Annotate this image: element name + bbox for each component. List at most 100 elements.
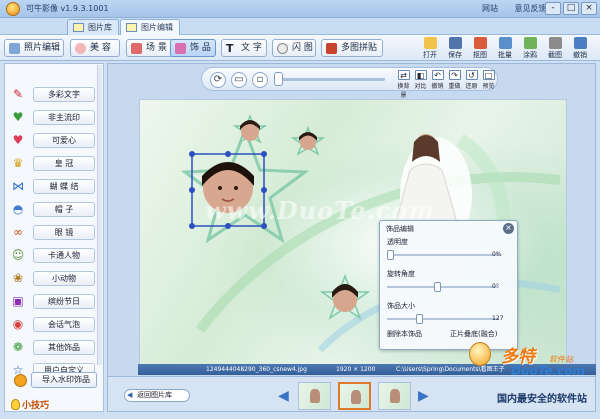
sidebar-item-festival[interactable]: ▣ 缤纷节日 (5, 291, 99, 313)
sidebar-item-crown[interactable]: ♛ 皇 冠 (5, 153, 99, 175)
size-slider[interactable] (387, 314, 499, 324)
tab-image-library[interactable]: 图片库 (67, 19, 119, 35)
undo-top-button[interactable]: 撤销 (569, 37, 591, 60)
rotate-slider[interactable] (387, 282, 499, 292)
compare-button[interactable]: ◧ 对比 (412, 70, 429, 90)
face-icon (75, 43, 86, 54)
image-library-icon (73, 23, 84, 32)
maximize-button[interactable]: □ (563, 2, 579, 15)
sidebar-item-label: 小动物 (33, 271, 95, 286)
open-button[interactable]: 打开 (419, 37, 441, 60)
sidebar-item-label: 可爱心 (33, 133, 95, 148)
website-link[interactable]: 网站 (482, 4, 498, 13)
monitor-icon: ▭ (234, 74, 244, 85)
size-slider-thumb[interactable] (416, 314, 424, 324)
close-icon: × (505, 223, 512, 232)
doodle-button[interactable]: 涂鸦 (519, 37, 541, 60)
thumbnail-selected[interactable] (338, 382, 371, 410)
sidebar-item-glasses[interactable]: ∞ 眼 镜 (5, 222, 99, 244)
save-icon (448, 37, 462, 49)
brush-icon (523, 37, 537, 49)
scene-button[interactable]: 场 景 (126, 39, 176, 57)
sidebar-item-label: 非主流印 (33, 110, 95, 125)
ornament-button[interactable]: 饰 品 (170, 39, 216, 57)
restore-button[interactable]: ↺ 还原 (463, 70, 480, 90)
window-controls: - □ × (545, 2, 597, 15)
screenshot-button[interactable]: 截图 (544, 37, 566, 60)
sidebar-item-cartoon[interactable]: ☺ 卡通人物 (5, 245, 99, 267)
rotate-button[interactable]: ⟳ (210, 72, 226, 88)
ornament-icon (175, 43, 186, 54)
batch-button[interactable]: 批量 (494, 37, 516, 60)
status-filename: 1249444048290_360_csnew4.jpg (206, 366, 307, 373)
title-bar: 可牛影像 v1.9.3.1001 网站 意见反馈 - □ × (0, 0, 600, 18)
rotate-label: 旋转角度 (387, 270, 415, 278)
cutout-button[interactable]: 抠图 (469, 37, 491, 60)
opacity-slider[interactable] (387, 250, 499, 260)
ornament-category-sidebar: ✎ 多彩文字 ♥ 非主流印 ♥ 可爱心 ♛ 皇 冠 ⋈ 蝴 蝶 结 ◓ 帽 子 … (4, 63, 104, 412)
tips-link[interactable]: 小技巧 (11, 398, 49, 411)
collage-button[interactable]: 多图拼贴 (321, 39, 383, 57)
undo-icon (573, 37, 587, 49)
sidebar-item-label: 多彩文字 (33, 87, 95, 102)
redo-button[interactable]: ↷ 重做 (446, 70, 463, 90)
prev-image-arrow[interactable]: ◀ (278, 388, 289, 404)
ornament-icon: ❁ (12, 340, 24, 354)
save-button[interactable]: 保存 (444, 37, 466, 60)
batch-icon (498, 37, 512, 49)
sidebar-item-stamp[interactable]: ♥ 非主流印 (5, 107, 99, 129)
back-to-library-button[interactable]: 返回图片库 (124, 389, 190, 402)
restore-icon: ↺ (465, 70, 478, 80)
opacity-label: 透明度 (387, 238, 408, 246)
close-button[interactable]: × (581, 2, 597, 15)
sidebar-item-other[interactable]: ❁ 其他饰品 (5, 337, 99, 359)
feedback-link[interactable]: 意见反馈 (515, 4, 547, 13)
opacity-slider-thumb[interactable] (387, 250, 394, 260)
sidebar-item-label: 蝴 蝶 结 (33, 179, 95, 194)
photo-edit-button[interactable]: 照片编辑 (4, 39, 64, 57)
next-image-arrow[interactable]: ▶ (418, 388, 429, 404)
rotate-slider-thumb[interactable] (434, 282, 442, 292)
minimize-button[interactable]: - (545, 2, 561, 15)
undo-button[interactable]: ↶ 撤销 (429, 70, 446, 90)
panel-close-button[interactable]: × (503, 223, 514, 234)
change-background-button[interactable]: ⇄ 换背景 (395, 70, 412, 99)
rotate-value: 0° (492, 283, 499, 290)
import-watermark-button[interactable]: 导入水印饰品 (31, 372, 97, 388)
size-label: 饰品大小 (387, 302, 415, 310)
status-path: C:\Users\Spring\Documents\看图王子 (396, 366, 505, 373)
thumbnail[interactable] (298, 382, 331, 410)
selection-handle (225, 151, 231, 157)
beauty-button[interactable]: 美 容 (70, 39, 120, 57)
badge-domain: DuoTe.com (511, 364, 585, 378)
thumbnail[interactable] (378, 382, 411, 410)
text-button[interactable]: T 文 字 (221, 39, 267, 57)
app-logo-icon (6, 2, 20, 16)
sidebar-item-label: 皇 冠 (33, 156, 95, 171)
fit-screen-button[interactable]: ▭ (231, 72, 247, 88)
delete-sticker-button[interactable]: 删除本饰品 (387, 329, 422, 339)
sidebar-item-bow[interactable]: ⋈ 蝴 蝶 结 (5, 176, 99, 198)
sidebar-item-animals[interactable]: ❀ 小动物 (5, 268, 99, 290)
heart-stamp-icon: ♥ (12, 110, 24, 124)
actual-size-button[interactable]: ▫ (252, 72, 268, 88)
selection-handle (189, 223, 195, 229)
preview-button[interactable]: □ 预览 (480, 70, 497, 90)
sidebar-item-bubble[interactable]: ◉ 会话气泡 (5, 314, 99, 336)
multiply-blend-button[interactable]: 正片叠底(融合) (450, 329, 497, 339)
flash-image-button[interactable]: 闪 图 (272, 39, 316, 57)
preview-icon: □ (482, 70, 495, 80)
selection-handle (189, 151, 195, 157)
sidebar-item-label: 帽 子 (33, 202, 95, 217)
status-dimensions: 1920 × 1200 (336, 366, 376, 373)
sidebar-item-hearts[interactable]: ♥ 可爱心 (5, 130, 99, 152)
tab-image-edit[interactable]: 图片编辑 (120, 19, 180, 35)
zoom-slider-track[interactable] (277, 78, 385, 81)
sidebar-item-hat[interactable]: ◓ 帽 子 (5, 199, 99, 221)
folder-icon (423, 37, 437, 49)
sidebar-item-colorful-text[interactable]: ✎ 多彩文字 (5, 84, 99, 106)
image-edit-icon (126, 23, 137, 32)
undo-arrow-icon: ↶ (431, 70, 444, 80)
opacity-value: 0% (492, 251, 502, 258)
zoom-slider-thumb[interactable] (274, 72, 283, 86)
